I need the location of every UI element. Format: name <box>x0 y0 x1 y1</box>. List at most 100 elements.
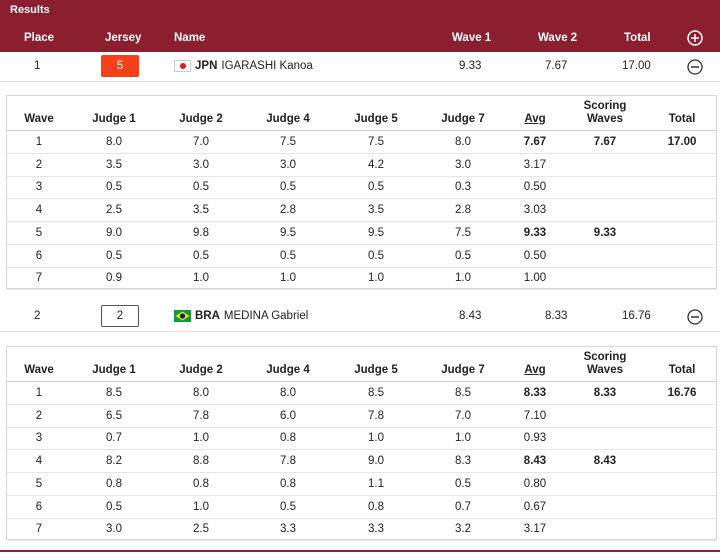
jersey-badge: 2 <box>101 305 139 327</box>
wave-row: 5 0.8 0.8 0.8 1.1 0.5 0.80 <box>7 473 716 496</box>
cell-total: 17.00 <box>667 136 697 148</box>
athlete-name: JPN IGARASHI Kanoa <box>174 60 313 72</box>
results-header-bar: Results Place Jersey Name Wave 1 Wave 2 … <box>0 0 720 52</box>
wave-row: 3 0.5 0.5 0.5 0.5 0.3 0.50 <box>7 176 716 200</box>
cell-j2: 0.5 <box>193 249 209 262</box>
cell-avg: 7.67 <box>523 136 547 148</box>
cell-j7: 1.0 <box>455 272 471 285</box>
cell-j7: 2.8 <box>455 204 471 217</box>
cell-j5: 8.5 <box>368 387 384 399</box>
cell-j4: 7.5 <box>280 136 296 148</box>
cell-wave: 4 <box>35 204 43 217</box>
cell-j1: 9.0 <box>106 226 122 239</box>
cell-avg: 8.33 <box>523 387 547 399</box>
cell-j1: 3.5 <box>106 158 122 171</box>
cell-j2: 1.0 <box>193 432 209 445</box>
cell-wave: 3 <box>35 432 43 445</box>
detail-header-total: Total <box>668 364 696 376</box>
cell-j5: 1.0 <box>368 272 384 285</box>
cell-j4: 1.0 <box>280 272 296 285</box>
athlete-row[interactable]: 1 5 JPN IGARASHI Kanoa 9.33 7.67 17.00 <box>0 52 720 82</box>
detail-header-scoring-waves: Waves <box>586 113 623 125</box>
expand-all-plus-icon[interactable] <box>687 30 703 46</box>
cell-j1: 0.8 <box>106 477 122 490</box>
cell-wave: 2 <box>35 409 43 422</box>
cell-j2: 3.0 <box>193 158 209 171</box>
wave-row: 2 6.5 7.8 6.0 7.8 7.0 7.10 <box>7 405 716 428</box>
cell-j7: 7.5 <box>455 226 471 239</box>
cell-avg: 3.03 <box>523 204 547 217</box>
wave-row: 3 0.7 1.0 0.8 1.0 1.0 0.93 <box>7 427 716 451</box>
cell-j5: 9.0 <box>368 455 384 468</box>
cell-j1: 0.9 <box>106 272 122 285</box>
cell-total: 16.76 <box>667 387 697 399</box>
athlete-row[interactable]: 2 2 BRA MEDINA Gabriel 8.43 8.33 16.76 <box>0 302 720 332</box>
cell-j1: 8.5 <box>106 387 122 399</box>
cell-wave: 1 <box>35 387 43 399</box>
bra-flag-icon <box>174 310 191 322</box>
cell-j1: 8.2 <box>106 455 122 468</box>
jpn-flag-icon <box>174 60 191 72</box>
wave-row: 7 0.9 1.0 1.0 1.0 1.0 1.00 <box>7 267 716 291</box>
cell-j5: 7.5 <box>368 136 384 148</box>
cell-j7: 3.0 <box>455 158 471 171</box>
detail-header-j5: Judge 5 <box>354 364 398 376</box>
cell-j7: 0.3 <box>455 181 471 194</box>
cell-j4: 0.5 <box>280 249 296 262</box>
cell-j5: 3.5 <box>368 204 384 217</box>
cell-scoring: 8.33 <box>593 387 617 399</box>
column-header-wave1: Wave 1 <box>452 32 492 44</box>
cell-j4: 8.0 <box>280 387 296 399</box>
column-header-name: Name <box>174 32 206 44</box>
cell-j2: 8.0 <box>193 387 209 399</box>
detail-header-j7: Judge 7 <box>441 113 485 125</box>
place: 2 <box>34 310 41 322</box>
wave-row: 4 2.5 3.5 2.8 3.5 2.8 3.03 <box>7 199 716 223</box>
cell-j5: 1.1 <box>368 477 384 490</box>
cell-j7: 3.2 <box>455 523 471 536</box>
cell-j1: 0.5 <box>106 181 122 194</box>
cell-j4: 3.0 <box>280 158 296 171</box>
cell-j1: 0.5 <box>106 249 122 262</box>
cell-j7: 0.5 <box>455 477 471 490</box>
detail-header-j1: Judge 1 <box>92 113 136 125</box>
wave2-score: 8.33 <box>545 310 568 322</box>
results-title: Results <box>10 4 50 16</box>
cell-scoring: 8.43 <box>593 455 617 468</box>
cell-j1: 6.5 <box>106 409 122 422</box>
detail-header-j7: Judge 7 <box>441 364 485 376</box>
cell-avg: 0.93 <box>523 432 547 445</box>
cell-j7: 8.3 <box>455 455 471 468</box>
detail-header-avg: Avg <box>524 113 546 125</box>
detail-header-j4: Judge 4 <box>266 113 310 125</box>
wave1-score: 9.33 <box>459 60 482 72</box>
cell-j2: 9.8 <box>193 226 209 239</box>
cell-j4: 3.3 <box>280 523 296 536</box>
wave-row: 1 8.0 7.0 7.5 7.5 8.0 7.67 7.67 17.00 <box>7 131 716 154</box>
cell-j1: 2.5 <box>106 204 122 217</box>
cell-wave: 5 <box>35 477 43 490</box>
bottom-divider <box>0 550 720 552</box>
wave-row: 1 8.5 8.0 8.0 8.5 8.5 8.33 8.33 16.76 <box>7 382 716 405</box>
wave-row: 5 9.0 9.8 9.5 9.5 7.5 9.33 9.33 <box>7 222 716 245</box>
jersey-badge: 5 <box>101 55 139 77</box>
detail-header-j4: Judge 4 <box>266 364 310 376</box>
cell-j4: 2.8 <box>280 204 296 217</box>
detail-header-wave: Wave <box>24 113 54 125</box>
cell-wave: 5 <box>35 226 43 239</box>
cell-wave: 6 <box>35 500 43 513</box>
cell-j2: 0.5 <box>193 181 209 194</box>
collapse-minus-icon[interactable] <box>687 309 703 325</box>
cell-scoring: 9.33 <box>593 226 617 239</box>
cell-avg: 8.43 <box>523 455 547 468</box>
cell-j5: 7.8 <box>368 409 384 422</box>
cell-avg: 9.33 <box>523 226 547 239</box>
cell-j2: 1.0 <box>193 500 209 513</box>
column-header-total: Total <box>624 32 651 44</box>
cell-j7: 0.7 <box>455 500 471 513</box>
cell-avg: 3.17 <box>523 523 547 536</box>
cell-j4: 7.8 <box>280 455 296 468</box>
collapse-minus-icon[interactable] <box>687 59 703 75</box>
wave-detail-table: Wave Judge 1 Judge 2 Judge 4 Judge 5 Judge 7 A… <box>6 95 717 291</box>
cell-j1: 8.0 <box>106 136 122 148</box>
